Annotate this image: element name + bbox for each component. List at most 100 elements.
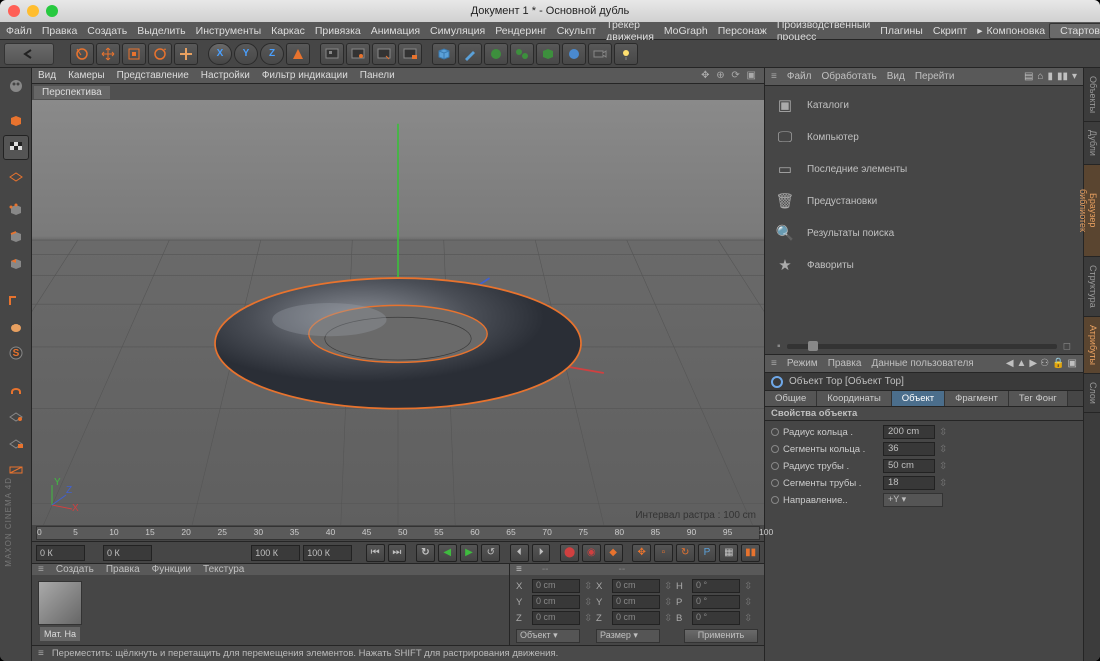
browser-menu[interactable]: Перейти	[915, 71, 955, 82]
edges-mode-button[interactable]	[3, 224, 29, 249]
size-field[interactable]: 0 cm	[612, 595, 660, 609]
frame-end-field[interactable]: 100 К	[251, 545, 300, 561]
dock-tab[interactable]: Объекты	[1084, 68, 1100, 122]
browser-item[interactable]: ▭Последние элементы	[773, 156, 1075, 182]
dock-tab[interactable]: Дубли	[1084, 122, 1100, 165]
spinner-icon[interactable]: ⇳	[939, 478, 947, 489]
timeline-ruler[interactable]: 0510152025303540455055606570758085909510…	[32, 525, 764, 541]
enable-axis-button[interactable]	[3, 286, 29, 311]
axis-z-toggle[interactable]: Z	[260, 43, 284, 65]
new-icon[interactable]: ▣	[1068, 358, 1077, 369]
menu-item[interactable]: Скрипт	[933, 25, 967, 37]
environment-button[interactable]	[562, 43, 586, 65]
render-pv-button[interactable]	[346, 43, 370, 65]
menu-item[interactable]: Каркас	[271, 25, 305, 37]
viewport-menu[interactable]: Фильтр индикации	[262, 70, 348, 81]
menu-item[interactable]: Инструменты	[196, 25, 261, 37]
pos-key-button[interactable]: ✥	[632, 544, 651, 562]
model-mode-button[interactable]	[3, 108, 29, 133]
anim-dot-icon[interactable]	[771, 445, 779, 453]
menu-item[interactable]: Трекер движения	[606, 19, 654, 43]
browser-menu[interactable]: Обработать	[821, 71, 876, 82]
prop-field[interactable]: 50 cm	[883, 459, 935, 473]
pos-field[interactable]: 0 cm	[532, 595, 580, 609]
generator-button[interactable]	[484, 43, 508, 65]
frame-end2-field[interactable]: 100 К	[303, 545, 352, 561]
scale-tool[interactable]	[122, 43, 146, 65]
next-frame-button[interactable]: ⏵	[532, 544, 551, 562]
anim-dot-icon[interactable]	[771, 479, 779, 487]
prop-select[interactable]: +Y ▾	[883, 493, 943, 507]
timeline-button[interactable]: ▮▮	[741, 544, 760, 562]
nav-fwd-icon[interactable]: ▶	[1029, 358, 1037, 369]
menu-item[interactable]: Персонаж	[718, 25, 767, 37]
render-settings-button[interactable]	[398, 43, 422, 65]
menu-item[interactable]: Правка	[42, 25, 77, 37]
goto-end-button[interactable]: ⏭	[388, 544, 407, 562]
play-back-button[interactable]: ◀	[438, 544, 457, 562]
rot-field[interactable]: 0 °	[692, 611, 740, 625]
browser-menu[interactable]: Файл	[787, 71, 812, 82]
coord-menu[interactable]: ≡	[516, 564, 522, 575]
anim-dot-icon[interactable]	[771, 496, 779, 504]
menu-item[interactable]: Создать	[87, 25, 127, 37]
locked-workplane-button[interactable]	[3, 429, 29, 454]
browser-item[interactable]: 🔍Результаты поиска	[773, 220, 1075, 246]
keyframe-sel-button[interactable]: ◆	[604, 544, 623, 562]
material-menu[interactable]: Текстура	[203, 564, 244, 575]
coord-system-toggle[interactable]	[286, 43, 310, 65]
dock-tab[interactable]: Браузер библиотек	[1084, 165, 1100, 257]
light-button[interactable]	[614, 43, 638, 65]
render-region-button[interactable]	[372, 43, 396, 65]
rot-field[interactable]: 0 °	[692, 595, 740, 609]
layout-select[interactable]: Стартовая	[1049, 23, 1100, 39]
scale-key-button[interactable]: ▫	[654, 544, 673, 562]
axis-y-toggle[interactable]: Y	[234, 43, 258, 65]
menu-item[interactable]: Скульпт	[557, 25, 596, 37]
render-view-button[interactable]	[320, 43, 344, 65]
camera-button[interactable]	[588, 43, 612, 65]
viewport-menu[interactable]: Камеры	[68, 70, 105, 81]
attr-menu[interactable]: Режим	[787, 358, 818, 369]
anim-dot-icon[interactable]	[771, 462, 779, 470]
polys-mode-button[interactable]	[3, 251, 29, 276]
material-label[interactable]: Мат. На	[40, 627, 80, 641]
pin-icon[interactable]: 🔒	[1052, 358, 1064, 369]
last-tool[interactable]	[174, 43, 198, 65]
menu-item[interactable]: Рендеринг	[495, 25, 546, 37]
pla-key-button[interactable]: ▦	[719, 544, 738, 562]
view-list-icon[interactable]: ▤	[1024, 71, 1033, 82]
size-mode-select[interactable]: Размер ▾	[596, 629, 660, 643]
attr-tab[interactable]: Фрагмент	[945, 391, 1009, 406]
menu-item[interactable]: Симуляция	[430, 25, 485, 37]
folder-icon[interactable]: ▮	[1047, 71, 1053, 82]
coord-menu[interactable]: --	[542, 564, 549, 575]
menu-item[interactable]: Выделить	[137, 25, 185, 37]
spinner-icon[interactable]: ⇳	[939, 427, 947, 438]
menu-item[interactable]: MoGraph	[664, 25, 708, 37]
apply-button[interactable]: Применить	[684, 629, 758, 643]
workplane-snap-button[interactable]	[3, 402, 29, 427]
dock-tab[interactable]: Слои	[1084, 374, 1100, 413]
coord-mode-select[interactable]: Объект ▾	[516, 629, 580, 643]
menu-item[interactable]: Файл	[6, 25, 32, 37]
play-forward-button[interactable]: ▶	[460, 544, 479, 562]
chevron-down-icon[interactable]: ▾	[1072, 71, 1077, 82]
home-icon[interactable]: ⌂	[1037, 71, 1043, 82]
viewport-menu[interactable]: Представление	[117, 70, 189, 81]
rot-field[interactable]: 0 °	[692, 579, 740, 593]
param-key-button[interactable]: P	[698, 544, 717, 562]
spinner-icon[interactable]: ⇳	[939, 444, 947, 455]
viewport-menu[interactable]: Вид	[38, 70, 56, 81]
nav-up-icon[interactable]: ▲	[1017, 358, 1027, 369]
viewport-3d[interactable]: YXZ Интервал растра : 100 cm	[32, 100, 764, 525]
anim-dot-icon[interactable]	[771, 428, 779, 436]
spinner-icon[interactable]: ⇳	[939, 461, 947, 472]
record-button[interactable]: ⬤	[560, 544, 579, 562]
prop-field[interactable]: 18	[883, 476, 935, 490]
prop-field[interactable]: 36	[883, 442, 935, 456]
frame-start2-field[interactable]: 0 К	[103, 545, 152, 561]
snap-button[interactable]: S	[3, 340, 29, 365]
menu-item[interactable]: Плагины	[880, 25, 923, 37]
browser-zoom-slider[interactable]: ▪ ◻	[765, 338, 1083, 354]
